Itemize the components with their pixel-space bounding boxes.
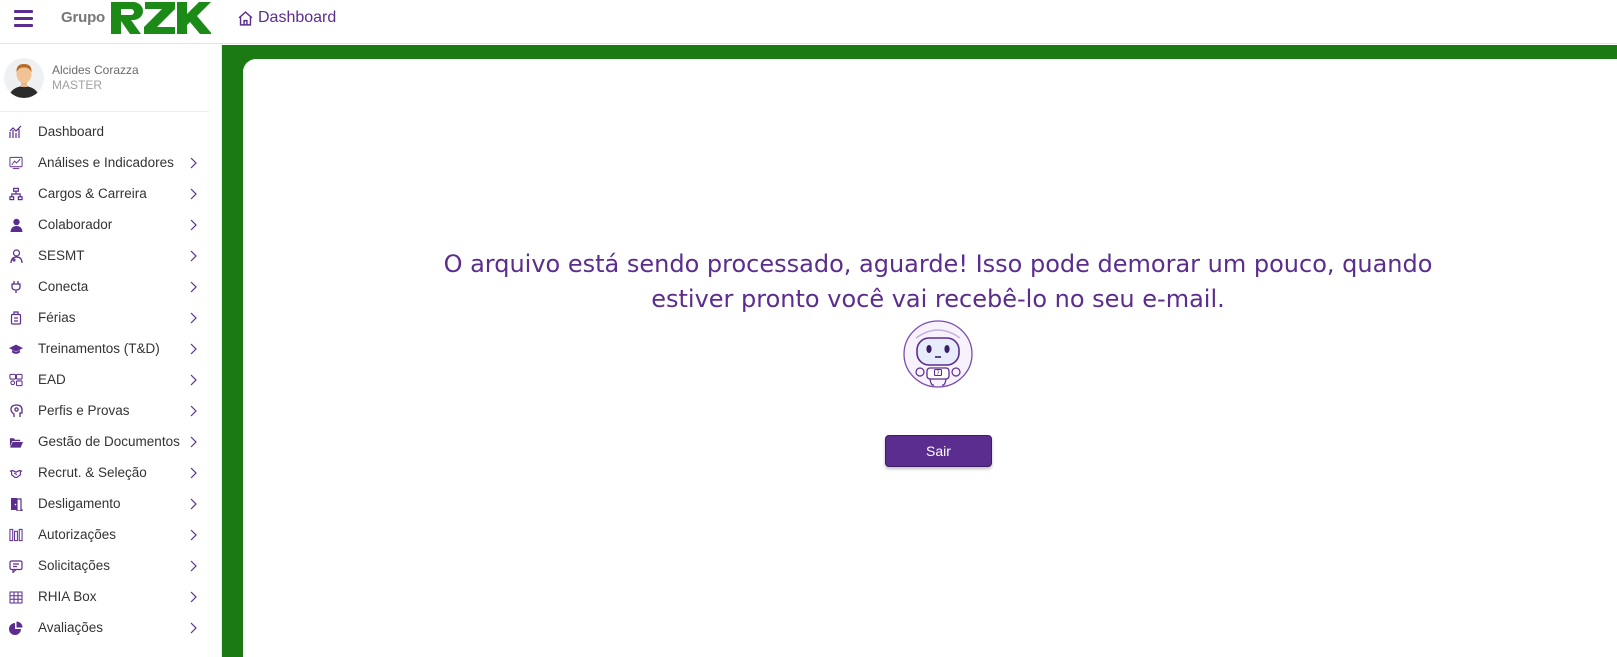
chevron-right-icon xyxy=(190,560,197,572)
company-logo[interactable]: Grupo xyxy=(61,0,211,40)
processing-message: O arquivo está sendo processado, aguarde… xyxy=(243,247,1617,317)
plug-icon xyxy=(9,280,23,294)
sidebar-item-label: Colaborador xyxy=(38,217,113,232)
request-chat-icon xyxy=(9,559,23,573)
door-exit-icon xyxy=(9,497,23,511)
chevron-right-icon xyxy=(190,622,197,634)
sidebar-item-label: Autorizações xyxy=(38,527,117,542)
sidebar-item-avaliacoes[interactable]: Avaliações xyxy=(0,613,221,644)
sidebar-item-documentos[interactable]: Gestão de Documentos xyxy=(0,427,221,458)
sidebar-item-analises[interactable]: Análises e Indicadores xyxy=(0,148,221,179)
sidebar-item-label: Dashboard xyxy=(38,124,105,139)
avatar xyxy=(4,58,44,98)
graduation-cap-icon xyxy=(9,342,23,356)
chevron-right-icon xyxy=(190,374,197,386)
sidebar-item-label: Férias xyxy=(38,310,76,325)
hamburger-menu-icon[interactable] xyxy=(14,10,33,27)
chevron-right-icon xyxy=(190,467,197,479)
robot-mascot-icon: ? xyxy=(903,320,973,388)
chevron-right-icon xyxy=(190,312,197,324)
user-role: MASTER xyxy=(52,78,103,92)
analytics-icon xyxy=(9,156,23,170)
sidebar-item-label: SESMT xyxy=(38,248,85,263)
chevron-right-icon xyxy=(190,436,197,448)
head-profile-icon xyxy=(9,404,23,418)
approval-icon xyxy=(9,528,23,542)
sidebar-item-label: RHIA Box xyxy=(38,589,97,604)
processing-message-line-2: estiver pronto você vai recebê-lo no seu… xyxy=(651,285,1225,313)
logo-prefix: Grupo xyxy=(61,9,105,26)
chevron-right-icon xyxy=(190,250,197,262)
breadcrumb-label: Dashboard xyxy=(258,9,337,26)
sidebar-item-dashboard[interactable]: Dashboard xyxy=(0,117,221,148)
sidebar-item-perfis[interactable]: Perfis e Provas xyxy=(0,396,221,427)
classroom-icon xyxy=(9,373,23,387)
sidebar-menu: Dashboard Análises e Indicadores Cargos … xyxy=(0,117,221,644)
sidebar-item-ferias[interactable]: Férias xyxy=(0,303,221,334)
rzk-logo-icon xyxy=(111,2,211,34)
folder-open-icon xyxy=(9,435,23,449)
sidebar-item-solicitacoes[interactable]: Solicitações xyxy=(0,551,221,582)
sidebar-item-label: Perfis e Provas xyxy=(38,403,130,418)
doctor-icon xyxy=(9,249,23,263)
user-profile[interactable]: Alcides Corazza MASTER xyxy=(0,45,209,112)
sidebar-item-ead[interactable]: EAD xyxy=(0,365,221,396)
main-content: O arquivo está sendo processado, aguarde… xyxy=(243,59,1617,657)
luggage-icon xyxy=(9,311,23,325)
chevron-right-icon xyxy=(190,219,197,231)
sidebar-item-cargos[interactable]: Cargos & Carreira xyxy=(0,179,221,210)
sidebar-item-conecta[interactable]: Conecta xyxy=(0,272,221,303)
chevron-right-icon xyxy=(190,529,197,541)
processing-message-line-1: O arquivo está sendo processado, aguarde… xyxy=(443,250,1433,278)
sidebar-item-treinamentos[interactable]: Treinamentos (T&D) xyxy=(0,334,221,365)
sidebar-item-label: Treinamentos (T&D) xyxy=(38,341,160,356)
sidebar-item-label: Desligamento xyxy=(38,496,121,511)
sidebar-item-sesmt[interactable]: SESMT xyxy=(0,241,221,272)
chevron-right-icon xyxy=(190,343,197,355)
chevron-right-icon xyxy=(190,157,197,169)
pie-chart-icon xyxy=(9,621,23,635)
sidebar-item-rhia-box[interactable]: RHIA Box xyxy=(0,582,221,613)
handshake-icon xyxy=(9,466,23,480)
top-bar: Grupo Dashboard xyxy=(0,0,1617,44)
sidebar-item-label: Solicitações xyxy=(38,558,111,573)
org-chart-icon xyxy=(9,187,23,201)
sidebar-item-label: Análises e Indicadores xyxy=(38,155,174,170)
chart-icon xyxy=(9,125,23,139)
sidebar-item-colaborador[interactable]: Colaborador xyxy=(0,210,221,241)
chevron-right-icon xyxy=(190,498,197,510)
sidebar-item-label: Cargos & Carreira xyxy=(38,186,147,201)
svg-text:?: ? xyxy=(936,370,939,377)
chevron-right-icon xyxy=(190,188,197,200)
grid-table-icon xyxy=(9,590,23,604)
sidebar-item-label: Avaliações xyxy=(38,620,104,635)
sidebar-item-label: EAD xyxy=(38,372,66,387)
sidebar-item-desligamento[interactable]: Desligamento xyxy=(0,489,221,520)
chevron-right-icon xyxy=(190,405,197,417)
sidebar-item-label: Conecta xyxy=(38,279,89,294)
chevron-right-icon xyxy=(190,281,197,293)
breadcrumb-dashboard[interactable]: Dashboard xyxy=(237,9,336,27)
exit-button[interactable]: Sair xyxy=(885,435,992,467)
sidebar-item-label: Gestão de Documentos xyxy=(38,434,180,449)
sidebar: Alcides Corazza MASTER Dashboard Análise… xyxy=(0,45,222,657)
user-name: Alcides Corazza xyxy=(52,63,139,77)
user-tie-icon xyxy=(9,218,23,232)
sidebar-item-recrutamento[interactable]: Recrut. & Seleção xyxy=(0,458,221,489)
chevron-right-icon xyxy=(190,591,197,603)
sidebar-item-label: Recrut. & Seleção xyxy=(38,465,147,480)
home-icon xyxy=(238,10,253,26)
sidebar-item-autorizacoes[interactable]: Autorizações xyxy=(0,520,221,551)
